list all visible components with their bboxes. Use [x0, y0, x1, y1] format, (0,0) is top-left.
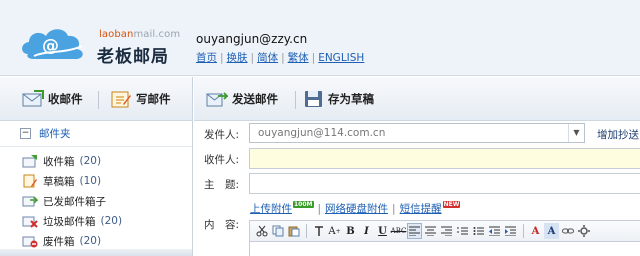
subject-input[interactable]	[249, 173, 640, 194]
copy-icon[interactable]	[270, 223, 285, 239]
logo-title: 老板邮局	[97, 47, 169, 67]
folder-item-sent[interactable]: 已发邮件箱子	[22, 191, 192, 211]
editor-toolbar: A + B I U ABC A A	[249, 220, 640, 242]
folder-count: (20)	[79, 235, 102, 247]
add-cc-link[interactable]: 增加抄送	[597, 127, 639, 142]
editor-separator	[523, 224, 524, 238]
upload-attachment-link[interactable]: 上传附件 100M	[250, 201, 314, 215]
receive-mail-label: 收邮件	[48, 92, 83, 106]
link-simplified[interactable]: 简体	[257, 52, 278, 64]
format-painter-icon[interactable]	[311, 223, 326, 239]
bold-icon[interactable]: B	[343, 223, 358, 239]
sender-value: ouyangjun@114.com.cn	[258, 127, 386, 139]
send-mail-label: 发送邮件	[232, 92, 278, 106]
folder-item-trash[interactable]: 废件箱 (20)	[22, 231, 192, 251]
receive-mail-icon	[22, 90, 44, 107]
unordered-list-icon[interactable]	[471, 223, 486, 239]
upload-attachment-label: 上传附件	[250, 203, 292, 215]
compose-mail-icon	[111, 91, 131, 108]
folder-label: 废件箱	[43, 235, 75, 248]
font-size-icon[interactable]: A +	[327, 223, 342, 239]
compose-panel: 发送邮件 存为草稿 发件人: ouyangjun@114.com.cn ▼ 增加…	[194, 77, 640, 256]
spam-icon	[22, 216, 38, 228]
inbox-icon	[22, 155, 37, 168]
font-color-icon[interactable]: A	[528, 223, 543, 239]
compose-mail-label: 写邮件	[136, 92, 171, 106]
header-nav-links: 首页 | 换肤 | 简体 | 繁体 | ENGLISH	[196, 52, 365, 64]
disk-attachment-link[interactable]: 网络硬盘附件	[325, 203, 388, 215]
attachment-links: 上传附件 100M | 网络硬盘附件 | 短信提醒 NEW	[250, 201, 461, 215]
folder-count: (20)	[79, 155, 102, 167]
content-label: 内 容:	[204, 219, 240, 231]
folder-item-spam[interactable]: 垃圾邮件箱 (20)	[22, 211, 192, 231]
logo-domain: laobanmail.com	[99, 29, 181, 40]
strikethrough-icon[interactable]: ABC	[391, 223, 407, 239]
sms-reminder-link[interactable]: 短信提醒 NEW	[399, 201, 461, 215]
more-options-icon[interactable]	[576, 223, 591, 239]
recipient-input[interactable]	[249, 148, 640, 169]
align-center-icon[interactable]	[423, 223, 438, 239]
align-left-icon[interactable]	[407, 223, 422, 239]
sent-icon	[22, 196, 38, 207]
sidebar-footer	[0, 249, 192, 256]
compose-toolbar: 发送邮件 存为草稿	[194, 77, 640, 121]
link-traditional[interactable]: 繁体	[288, 52, 309, 64]
folder-label: 垃圾邮件箱	[43, 215, 96, 228]
folder-count: (20)	[100, 215, 123, 227]
folder-section-header[interactable]: − 邮件夹	[0, 121, 192, 147]
folder-label: 已发邮件箱子	[43, 195, 106, 208]
sender-label: 发件人:	[204, 128, 240, 141]
sender-row: 发件人: ouyangjun@114.com.cn ▼ 增加抄送	[194, 123, 640, 145]
sidebar-toolbar: 收邮件 写邮件	[0, 77, 192, 121]
sidebar: 收邮件 写邮件 − 邮件夹 收件箱 (20) 草稿箱 (10) 已发邮件箱子 垃…	[0, 77, 193, 256]
paste-icon[interactable]	[286, 223, 301, 239]
toolbar-divider	[98, 91, 99, 109]
link-home[interactable]: 首页	[196, 52, 217, 64]
link-english[interactable]: ENGLISH	[318, 52, 364, 64]
sms-reminder-label: 短信提醒	[399, 203, 442, 215]
toolbar-divider	[295, 91, 296, 109]
folder-list: 收件箱 (20) 草稿箱 (10) 已发邮件箱子 垃圾邮件箱 (20) 废件箱 …	[0, 147, 192, 251]
sender-select[interactable]: ouyangjun@114.com.cn ▼	[249, 123, 585, 143]
recipient-row: 收件人:	[194, 148, 640, 170]
folder-item-inbox[interactable]: 收件箱 (20)	[22, 151, 192, 171]
folder-label: 草稿箱	[43, 175, 75, 188]
chevron-down-icon[interactable]: ▼	[568, 124, 584, 142]
underline-icon[interactable]: U	[375, 223, 390, 239]
folder-count: (10)	[79, 175, 102, 187]
svg-text:@: @	[42, 36, 59, 56]
folder-label: 收件箱	[43, 155, 75, 168]
link-skin[interactable]: 换肤	[227, 52, 248, 64]
user-email: ouyangjun@zzy.cn	[196, 32, 308, 46]
recipient-label: 收件人:	[204, 153, 240, 166]
ordered-list-icon[interactable]	[455, 223, 470, 239]
send-mail-button[interactable]: 发送邮件	[206, 90, 278, 108]
receive-mail-button[interactable]: 收邮件	[22, 90, 83, 108]
editor-body[interactable]	[249, 242, 640, 256]
new-badge: NEW	[442, 201, 461, 208]
drafts-icon	[23, 174, 37, 188]
save-draft-label: 存为草稿	[328, 92, 374, 106]
align-right-icon[interactable]	[439, 223, 454, 239]
cut-icon[interactable]	[254, 223, 269, 239]
floppy-disk-icon	[305, 91, 322, 107]
trash-icon	[22, 236, 38, 248]
folder-item-drafts[interactable]: 草稿箱 (10)	[22, 171, 192, 191]
send-mail-icon	[206, 92, 228, 107]
logo-cloud-icon: @	[22, 29, 83, 60]
italic-icon[interactable]: I	[359, 223, 374, 239]
subject-row: 主 题:	[194, 173, 640, 195]
app-header: @ laobanmail.com 老板邮局 ouyangjun@zzy.cn 首…	[0, 0, 640, 76]
subject-label: 主 题:	[204, 178, 240, 191]
outdent-icon[interactable]	[487, 223, 502, 239]
upload-size-badge: 100M	[293, 201, 314, 208]
collapse-icon[interactable]: −	[20, 128, 31, 139]
folder-section-title: 邮件夹	[39, 128, 71, 140]
save-draft-button[interactable]: 存为草稿	[304, 90, 374, 108]
indent-icon[interactable]	[503, 223, 518, 239]
link-icon[interactable]	[560, 223, 575, 239]
highlight-icon[interactable]: A	[544, 223, 559, 239]
compose-mail-button[interactable]: 写邮件	[110, 90, 171, 108]
editor-separator	[306, 224, 307, 238]
